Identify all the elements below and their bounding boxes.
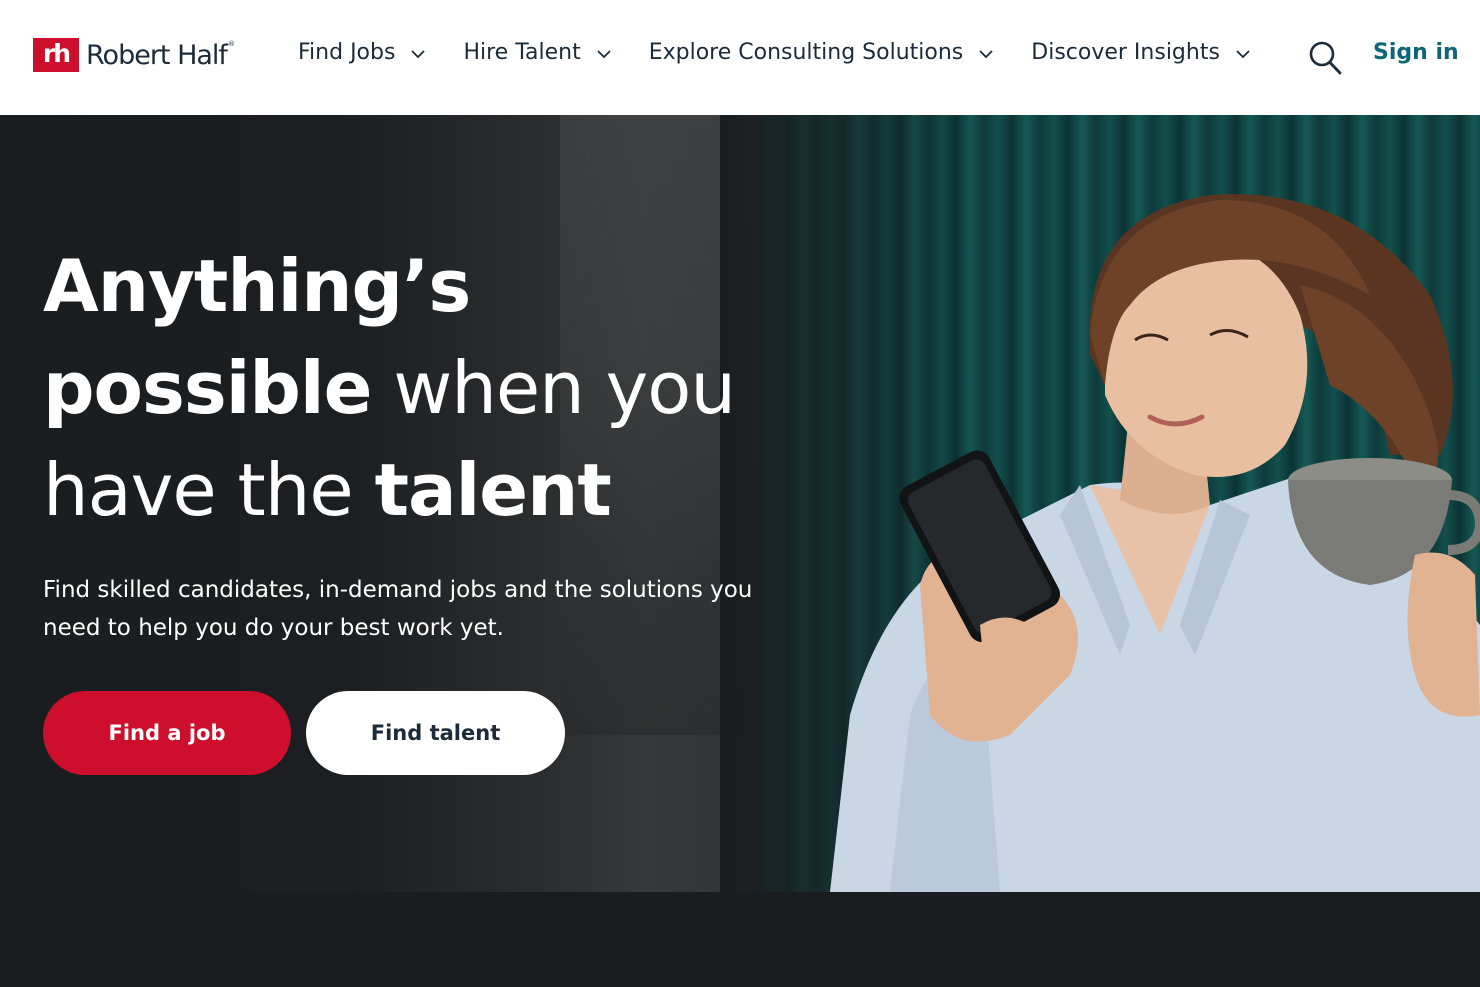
logo-text: Robert Half [86,39,228,71]
chevron-down-icon [597,49,611,58]
headline-line3-bold: talent [374,448,612,532]
nav-hire-talent[interactable]: Hire Talent [463,40,612,65]
robert-half-logo[interactable]: rh Robert Half® [33,38,235,72]
logo-wordmark: Robert Half® [86,39,235,71]
logo-mark: rh [33,38,79,72]
chevron-down-icon [411,49,426,58]
hero-content: Anything’s possible when you have the ta… [43,235,803,647]
nav-find-jobs-label: Find Jobs [298,40,396,65]
nav-discover-insights-label: Discover Insights [1031,40,1220,65]
nav-explore-consulting[interactable]: Explore Consulting Solutions [649,40,996,65]
hero-photo-woman-with-phone-and-cup [830,194,1480,892]
hero-headline: Anything’s possible when you have the ta… [43,235,803,541]
headline-line3-light: have the [43,448,375,532]
nav-explore-consulting-label: Explore Consulting Solutions [648,40,964,65]
chevron-down-icon [1236,49,1250,58]
nav-discover-insights[interactable]: Discover Insights [1031,40,1252,65]
headline-line2-light: when you [371,346,736,430]
logo-registered-mark: ® [227,39,235,48]
nav-hire-talent-label: Hire Talent [463,40,581,65]
sign-in-link[interactable]: Sign in [1373,40,1459,65]
search-icon[interactable] [1307,38,1343,76]
headline-line2-bold: possible [43,346,372,430]
hero-subtext: Find skilled candidates, in-demand jobs … [43,577,753,641]
site-header: rh Robert Half® Find Jobs Hire Talent Ex… [0,0,1480,115]
find-a-job-button[interactable]: Find a job [43,691,291,775]
nav-find-jobs[interactable]: Find Jobs [298,40,427,65]
find-talent-button[interactable]: Find talent [306,691,565,775]
section-divider-band [0,892,1480,987]
chevron-down-icon [979,49,993,58]
headline-line1-bold: Anything’s [43,244,471,328]
hero-section: Anything’s possible when you have the ta… [0,115,1480,892]
main-nav: Find Jobs Hire Talent Explore Consulting… [298,40,1288,65]
